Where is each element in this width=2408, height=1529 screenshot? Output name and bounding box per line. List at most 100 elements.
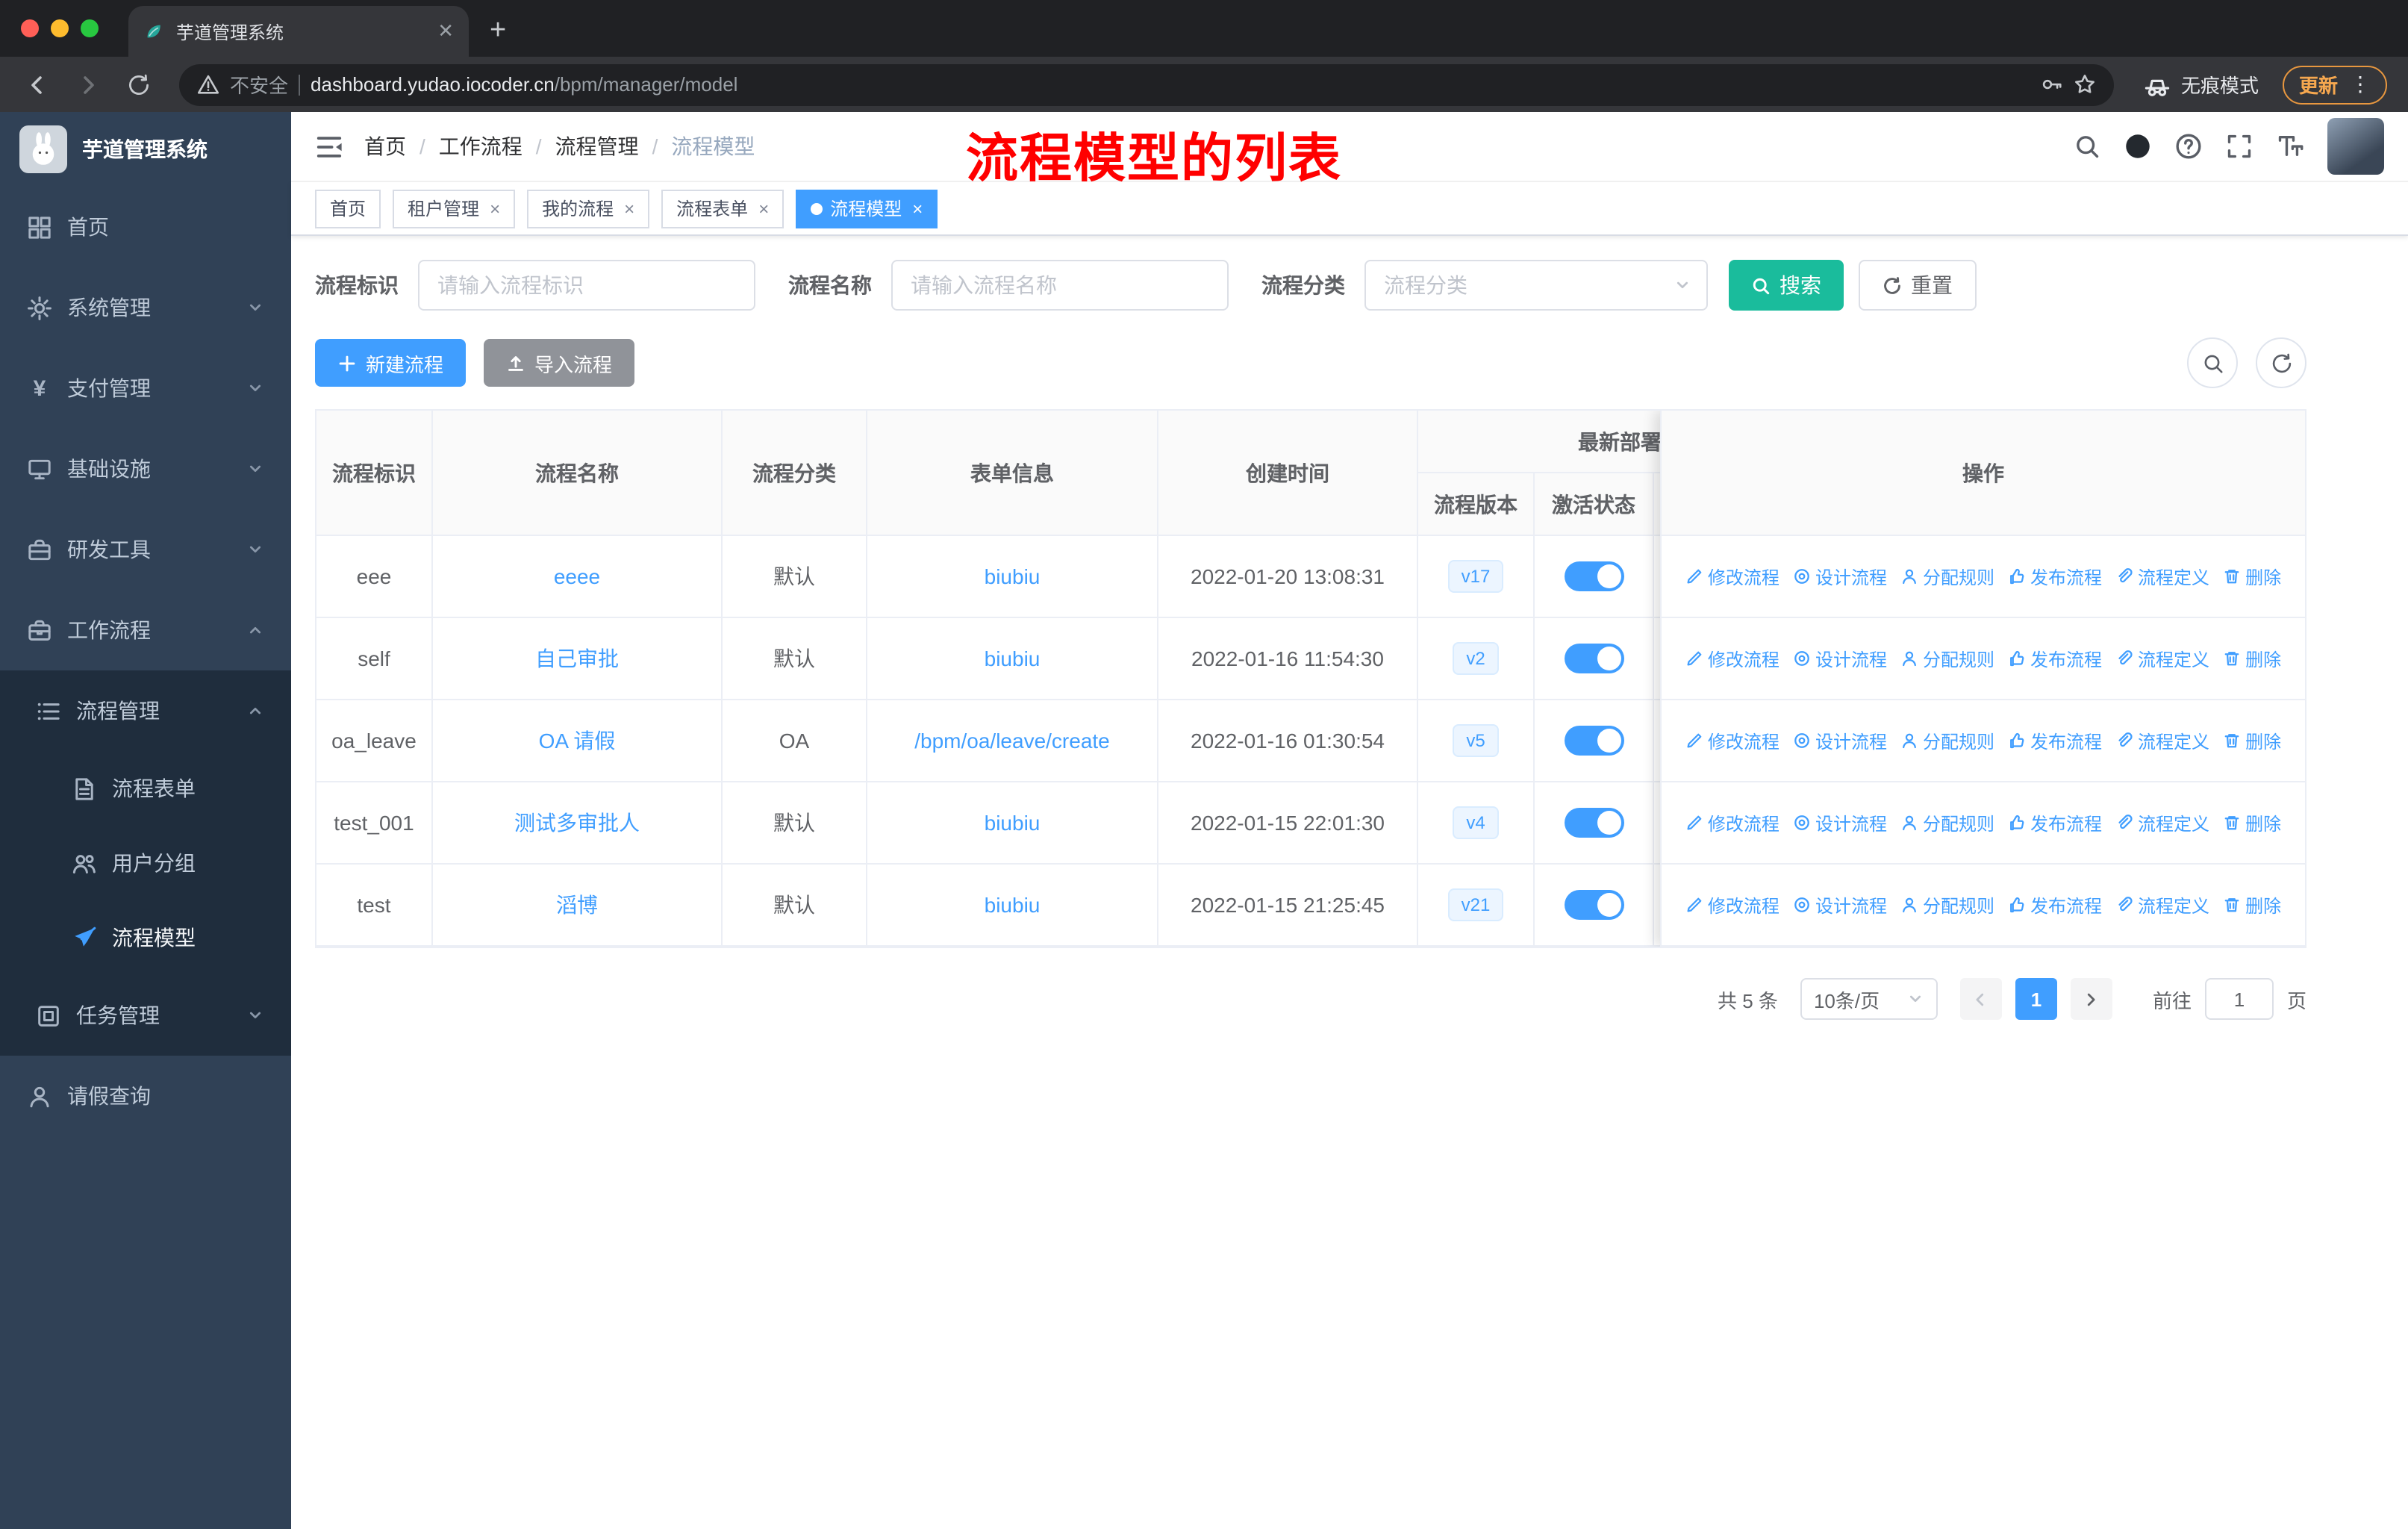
- refresh-table-button[interactable]: [2256, 337, 2306, 388]
- address-bar[interactable]: 不安全 dashboard.yudao.iocoder.cn/bpm/manag…: [179, 63, 2114, 105]
- bookmark-star-icon[interactable]: [2074, 73, 2096, 96]
- fullscreen-icon[interactable]: [2226, 133, 2253, 160]
- breadcrumb-process-management[interactable]: 流程管理: [555, 131, 639, 161]
- close-icon[interactable]: ×: [624, 198, 634, 219]
- process-key-input[interactable]: [418, 260, 755, 311]
- form-info-link[interactable]: biubiu: [985, 647, 1041, 670]
- page-1-button[interactable]: 1: [2015, 978, 2057, 1020]
- kebab-menu-icon[interactable]: ⋮: [2350, 72, 2371, 97]
- breadcrumb-workflow[interactable]: 工作流程: [439, 131, 523, 161]
- process-definition-link[interactable]: 流程定义: [2115, 564, 2209, 589]
- edit-process-link[interactable]: 修改流程: [1685, 728, 1780, 753]
- design-process-link[interactable]: 设计流程: [1793, 810, 1887, 835]
- import-process-button[interactable]: 导入流程: [484, 339, 635, 387]
- process-name-link[interactable]: 滔博: [556, 890, 598, 920]
- new-tab-button[interactable]: +: [490, 15, 506, 48]
- sidebar-item-user-group[interactable]: 用户分组: [0, 826, 291, 900]
- process-definition-link[interactable]: 流程定义: [2115, 646, 2209, 671]
- sidebar-item-payment-management[interactable]: ¥ 支付管理: [0, 348, 291, 429]
- edit-process-link[interactable]: 修改流程: [1685, 646, 1780, 671]
- assign-rule-link[interactable]: 分配规则: [1900, 810, 1994, 835]
- github-icon[interactable]: [2124, 133, 2151, 160]
- design-process-link[interactable]: 设计流程: [1793, 728, 1887, 753]
- hamburger-icon[interactable]: [315, 132, 343, 161]
- form-info-link[interactable]: biubiu: [985, 893, 1041, 917]
- design-process-link[interactable]: 设计流程: [1793, 892, 1887, 918]
- form-info-link[interactable]: biubiu: [985, 564, 1041, 588]
- process-name-link[interactable]: eeee: [554, 564, 600, 588]
- close-icon[interactable]: ×: [912, 198, 923, 219]
- assign-rule-link[interactable]: 分配规则: [1900, 564, 1994, 589]
- delete-link[interactable]: 删除: [2223, 810, 2281, 835]
- process-name-link[interactable]: 测试多审批人: [514, 808, 640, 838]
- process-definition-link[interactable]: 流程定义: [2115, 810, 2209, 835]
- user-avatar[interactable]: [2327, 118, 2384, 175]
- assign-rule-link[interactable]: 分配规则: [1900, 728, 1994, 753]
- close-icon[interactable]: ×: [490, 198, 500, 219]
- help-icon[interactable]: [2175, 133, 2202, 160]
- window-minimize-button[interactable]: [51, 19, 69, 37]
- key-icon[interactable]: [2041, 73, 2063, 96]
- assign-rule-link[interactable]: 分配规则: [1900, 892, 1994, 918]
- active-toggle[interactable]: [1564, 808, 1623, 838]
- sidebar-item-process-model[interactable]: 流程模型: [0, 900, 291, 975]
- page-size-select[interactable]: 10条/页: [1800, 978, 1938, 1020]
- form-info-link[interactable]: biubiu: [985, 811, 1041, 835]
- design-process-link[interactable]: 设计流程: [1793, 646, 1887, 671]
- process-definition-link[interactable]: 流程定义: [2115, 728, 2209, 753]
- window-zoom-button[interactable]: [81, 19, 99, 37]
- close-icon[interactable]: ×: [758, 198, 769, 219]
- edit-process-link[interactable]: 修改流程: [1685, 564, 1780, 589]
- assign-rule-link[interactable]: 分配规则: [1900, 646, 1994, 671]
- process-name-input[interactable]: [891, 260, 1229, 311]
- font-size-icon[interactable]: [2277, 133, 2303, 160]
- prev-page-button[interactable]: [1959, 978, 2002, 1020]
- tab-close-icon[interactable]: ✕: [437, 19, 454, 43]
- breadcrumb-home[interactable]: 首页: [364, 131, 406, 161]
- design-process-link[interactable]: 设计流程: [1793, 564, 1887, 589]
- active-toggle[interactable]: [1564, 644, 1623, 673]
- search-button[interactable]: 搜索: [1729, 260, 1844, 311]
- category-select[interactable]: 流程分类: [1364, 260, 1708, 311]
- publish-process-link[interactable]: 发布流程: [2008, 564, 2102, 589]
- process-name-link[interactable]: OA 请假: [539, 726, 616, 756]
- sidebar-item-home[interactable]: 首页: [0, 187, 291, 267]
- update-button[interactable]: 更新 ⋮: [2282, 65, 2387, 104]
- tag-home[interactable]: 首页: [315, 189, 381, 228]
- sidebar-item-system-management[interactable]: 系统管理: [0, 267, 291, 348]
- sidebar-item-process-management[interactable]: 流程管理: [0, 670, 291, 751]
- reload-button[interactable]: [116, 62, 161, 107]
- publish-process-link[interactable]: 发布流程: [2008, 646, 2102, 671]
- reset-button[interactable]: 重置: [1859, 260, 1977, 311]
- form-info-link[interactable]: /bpm/oa/leave/create: [914, 729, 1110, 753]
- edit-process-link[interactable]: 修改流程: [1685, 810, 1780, 835]
- delete-link[interactable]: 删除: [2223, 564, 2281, 589]
- forward-button[interactable]: [66, 62, 110, 107]
- delete-link[interactable]: 删除: [2223, 646, 2281, 671]
- tag-process-model[interactable]: 流程模型 ×: [796, 189, 938, 228]
- back-button[interactable]: [15, 62, 60, 107]
- edit-process-link[interactable]: 修改流程: [1685, 892, 1780, 918]
- tag-process-form[interactable]: 流程表单 ×: [661, 189, 785, 228]
- active-toggle[interactable]: [1564, 890, 1623, 920]
- toggle-search-button[interactable]: [2187, 337, 2238, 388]
- window-close-button[interactable]: [21, 19, 39, 37]
- publish-process-link[interactable]: 发布流程: [2008, 728, 2102, 753]
- process-definition-link[interactable]: 流程定义: [2115, 892, 2209, 918]
- sidebar-item-workflow[interactable]: 工作流程: [0, 590, 291, 670]
- sidebar-item-dev-tools[interactable]: 研发工具: [0, 509, 291, 590]
- sidebar-item-task-management[interactable]: 任务管理: [0, 975, 291, 1056]
- browser-tab[interactable]: 芋道管理系统 ✕: [128, 6, 469, 57]
- sidebar-item-infrastructure[interactable]: 基础设施: [0, 429, 291, 509]
- next-page-button[interactable]: [2070, 978, 2112, 1020]
- goto-page-input[interactable]: [2204, 978, 2274, 1020]
- process-name-link[interactable]: 自己审批: [535, 644, 619, 673]
- tag-my-process[interactable]: 我的流程 ×: [527, 189, 650, 228]
- active-toggle[interactable]: [1564, 726, 1623, 756]
- delete-link[interactable]: 删除: [2223, 892, 2281, 918]
- create-process-button[interactable]: 新建流程: [315, 339, 467, 387]
- publish-process-link[interactable]: 发布流程: [2008, 810, 2102, 835]
- active-toggle[interactable]: [1564, 561, 1623, 591]
- tag-tenant-management[interactable]: 租户管理 ×: [393, 189, 516, 228]
- search-icon[interactable]: [2074, 133, 2100, 160]
